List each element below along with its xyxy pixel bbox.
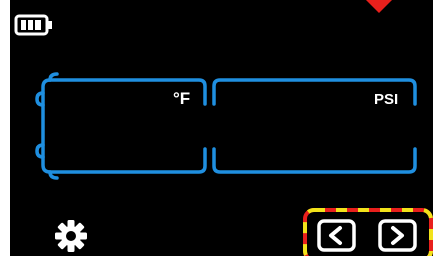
chevron-left-icon — [329, 226, 342, 245]
temperature-unit-label: °F — [173, 89, 191, 108]
screen-graphics — [14, 14, 433, 256]
indicator-arrow — [366, 0, 392, 13]
pressure-unit-label: PSI — [374, 91, 399, 108]
gear-icon[interactable] — [55, 220, 87, 252]
battery-icon — [14, 14, 52, 36]
chevron-right-icon — [391, 226, 404, 245]
device-screen: °F PSI — [10, 0, 433, 256]
next-button[interactable] — [378, 219, 417, 252]
previous-button[interactable] — [317, 219, 356, 252]
